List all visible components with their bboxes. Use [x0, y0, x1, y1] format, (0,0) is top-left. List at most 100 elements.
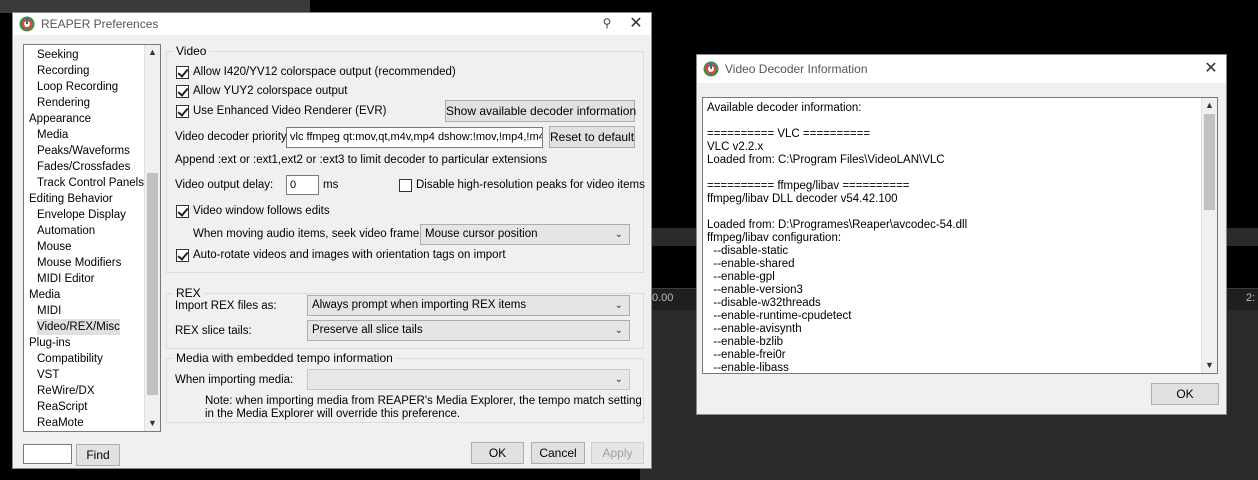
import-rex-label: Import REX files as:: [175, 300, 277, 312]
scroll-up-icon[interactable]: ▲: [1202, 98, 1217, 113]
slice-tails-select[interactable]: Preserve all slice tails ⌄: [307, 320, 630, 341]
slice-tails-select-value: Preserve all slice tails: [312, 324, 423, 336]
tempo-note-line2: in the Media Explorer will override this…: [205, 408, 461, 420]
decoder-titlebar[interactable]: Video Decoder Information ✕: [697, 55, 1226, 83]
decoder-line: --enable-version3: [707, 284, 803, 296]
video-group-label: Video: [173, 44, 210, 58]
decoder-line: --enable-libass: [707, 362, 789, 374]
seek-select-value: Mouse cursor position: [425, 228, 538, 240]
decoder-line: --enable-avisynth: [707, 323, 802, 335]
scroll-thumb[interactable]: [1204, 114, 1215, 210]
scroll-down-icon[interactable]: ▼: [145, 416, 160, 431]
scroll-thumb[interactable]: [147, 173, 158, 395]
chevron-down-icon: ⌄: [614, 229, 623, 240]
tree-item[interactable]: MIDI: [37, 303, 61, 319]
allow-yuy2-checkbox[interactable]: [176, 85, 189, 98]
tree-item[interactable]: Seeking: [37, 47, 79, 63]
tree-item[interactable]: ReaMote: [37, 415, 84, 431]
tree-item[interactable]: Media: [29, 287, 60, 303]
decoder-window-title: Video Decoder Information: [725, 62, 868, 76]
use-evr-checkbox[interactable]: [176, 105, 189, 118]
seek-label: When moving audio items, seek video fram…: [193, 228, 436, 240]
decoder-line: --disable-static: [707, 245, 789, 257]
append-hint: Append :ext or :ext1,ext2 or :ext3 to li…: [175, 154, 548, 166]
preferences-tree[interactable]: Seeking Recording Loop Recording Rendering A…: [23, 44, 161, 432]
tree-item[interactable]: Envelope Display: [37, 207, 126, 223]
tree-item[interactable]: Video/REX/Misc: [37, 319, 120, 335]
ruler-label: 2:: [1246, 292, 1256, 304]
decoder-ok-button[interactable]: OK: [1151, 383, 1219, 405]
decoder-line: ffmpeg/libav configuration:: [707, 232, 842, 244]
ok-button[interactable]: OK: [471, 442, 524, 464]
seek-select[interactable]: Mouse cursor position ⌄: [420, 224, 630, 245]
scroll-up-icon[interactable]: ▲: [145, 45, 160, 60]
reaper-logo-icon: [703, 61, 719, 77]
show-decoder-info-button[interactable]: Show available decoder information: [445, 100, 636, 122]
window-title: REAPER Preferences: [41, 17, 159, 31]
tree-item[interactable]: Plug-ins: [29, 335, 71, 351]
decoder-priority-label: Video decoder priority:: [175, 131, 290, 143]
tempo-note-line1: Note: when importing media from REAPER's…: [205, 395, 642, 407]
import-rex-select[interactable]: Always prompt when importing REX items ⌄: [307, 295, 630, 316]
disable-peaks-checkbox[interactable]: [399, 179, 412, 192]
tree-item[interactable]: MIDI Editor: [37, 271, 95, 287]
tree-item[interactable]: ReWire/DX: [37, 383, 95, 399]
tree-item[interactable]: Automation: [37, 223, 95, 239]
rex-group-label: REX: [173, 286, 204, 300]
find-button[interactable]: Find: [76, 444, 120, 466]
scroll-down-icon[interactable]: ▼: [1202, 358, 1217, 373]
decoder-line: --enable-frei0r: [707, 349, 786, 361]
tree-item[interactable]: VST: [37, 367, 59, 383]
allow-i420-checkbox[interactable]: [176, 66, 189, 79]
decoder-line: --disable-w32threads: [707, 297, 821, 309]
decoder-line: ========== VLC ==========: [707, 128, 871, 140]
decoder-info-text[interactable]: Available decoder information: ==========…: [702, 97, 1218, 374]
pin-icon[interactable]: ⚲: [599, 16, 615, 32]
decoder-line: VLC v2.2.x: [707, 141, 764, 153]
tree-item[interactable]: Rendering: [37, 95, 90, 111]
chevron-down-icon: ⌄: [614, 325, 623, 336]
tree-item[interactable]: Track Control Panels: [37, 175, 144, 191]
output-delay-input[interactable]: 0: [286, 175, 319, 195]
use-evr-label: Use Enhanced Video Renderer (EVR): [193, 105, 387, 117]
when-importing-label: When importing media:: [175, 374, 294, 386]
decoder-scrollbar[interactable]: ▲ ▼: [1201, 98, 1217, 373]
reaper-logo-icon: [19, 16, 35, 32]
tree-item[interactable]: Peaks/Waveforms: [37, 143, 130, 159]
close-icon[interactable]: ✕: [627, 15, 645, 33]
ruler-label: 0.00: [652, 292, 674, 304]
when-importing-select[interactable]: ⌄: [307, 369, 630, 390]
find-input[interactable]: [23, 444, 72, 464]
decoder-line: --enable-bzlib: [707, 336, 784, 348]
tree-item[interactable]: Fades/Crossfades: [37, 159, 130, 175]
tree-item[interactable]: Mouse Modifiers: [37, 255, 121, 271]
apply-button[interactable]: Apply: [591, 442, 644, 464]
decoder-line: --enable-shared: [707, 258, 795, 270]
decoder-priority-input[interactable]: vlc ffmpeg qt:mov,qt,m4v,mp4 dshow:!mov,…: [286, 127, 543, 148]
reset-default-button[interactable]: Reset to default: [549, 126, 635, 148]
decoder-line: --enable-runtime-cpudetect: [707, 310, 852, 322]
tree-item[interactable]: Media: [37, 127, 68, 143]
preferences-titlebar[interactable]: REAPER Preferences ⚲ ✕: [13, 13, 651, 35]
autorotate-checkbox[interactable]: [176, 249, 189, 262]
tree-item[interactable]: Appearance: [29, 111, 91, 127]
tree-item[interactable]: Editing Behavior: [29, 191, 113, 207]
tree-item[interactable]: Loop Recording: [37, 79, 118, 95]
decoder-line: ========== ffmpeg/libav ==========: [707, 180, 910, 192]
close-icon[interactable]: ✕: [1202, 60, 1220, 78]
cancel-button[interactable]: Cancel: [531, 442, 585, 464]
tree-item[interactable]: ReaScript: [37, 399, 88, 415]
tree-item[interactable]: Mouse: [37, 239, 72, 255]
follows-edits-label: Video window follows edits: [193, 205, 330, 217]
follows-edits-checkbox[interactable]: [176, 205, 189, 218]
decoder-line: Available decoder information:: [707, 102, 862, 114]
output-delay-unit: ms: [323, 179, 339, 191]
import-rex-select-value: Always prompt when importing REX items: [312, 299, 527, 311]
decoder-line: ffmpeg/libav DLL decoder v54.42.100: [707, 193, 898, 205]
tree-item[interactable]: Compatibility: [37, 351, 103, 367]
tree-scrollbar[interactable]: ▲ ▼: [144, 45, 160, 431]
tree-item[interactable]: Recording: [37, 63, 89, 79]
allow-i420-label: Allow I420/YV12 colorspace output (recom…: [193, 66, 456, 78]
decoder-line: Loaded from: C:\Program Files\VideoLAN\V…: [707, 154, 945, 166]
slice-tails-label: REX slice tails:: [175, 325, 252, 337]
